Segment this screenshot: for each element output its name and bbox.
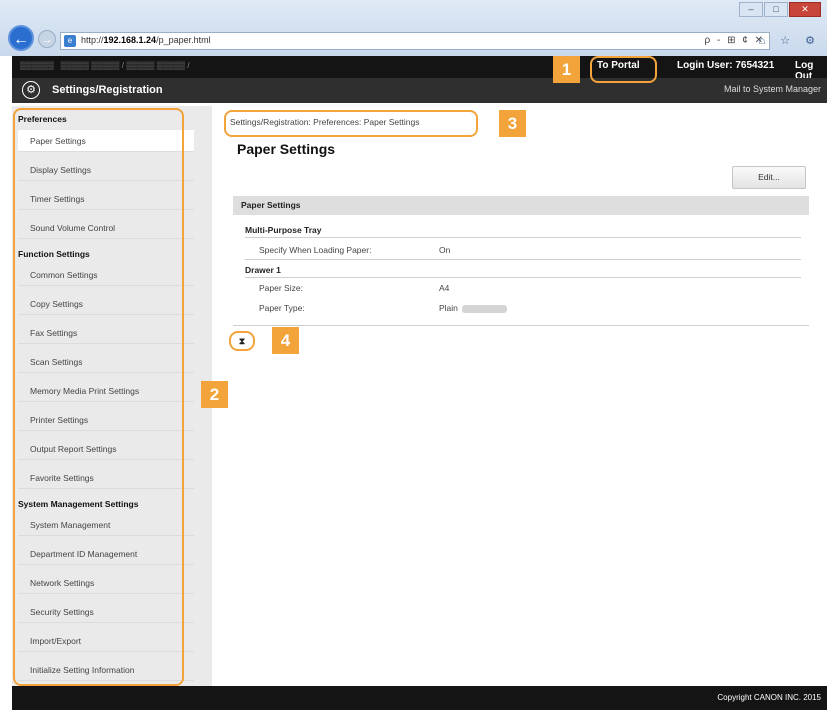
- mail-system-manager-link[interactable]: Mail to System Manager: [724, 84, 821, 94]
- callout-2: 2: [201, 381, 228, 408]
- address-bar[interactable]: e http://192.168.1.24/p_paper.html ρ - ⊞…: [60, 32, 770, 50]
- section-header: Paper Settings: [233, 196, 809, 215]
- callout-1: 1: [553, 56, 580, 83]
- back-to-top-icon[interactable]: ⧗: [229, 331, 255, 351]
- row-value: On: [439, 245, 451, 255]
- app-top-bar: ▒▒▒▒▒▒ ▒▒▒▒▒ ▒▒▒▒▒ / ▒▒▒▒▒ ▒▒▒▒▒ / To Po…: [12, 56, 827, 82]
- callout-3: 3: [499, 110, 526, 137]
- main-content: Settings/Registration: Preferences: Pape…: [215, 106, 827, 686]
- minimize-icon[interactable]: –: [739, 2, 763, 17]
- row-value: Plain: [439, 303, 507, 313]
- page-title: Paper Settings: [237, 141, 336, 157]
- row-label: Paper Size:: [259, 283, 303, 293]
- back-icon[interactable]: ←: [8, 25, 34, 51]
- callout-ring-to-portal: [590, 56, 657, 83]
- close-icon[interactable]: ✕: [789, 2, 821, 17]
- row-value: A4: [439, 283, 450, 293]
- copyright: Copyright CANON INC. 2015: [717, 693, 821, 702]
- forward-icon[interactable]: →: [38, 30, 56, 48]
- url-text: http://192.168.1.24/p_paper.html: [81, 35, 211, 45]
- home-star-gear-icon[interactable]: ⌂ ☆ ⚙: [759, 34, 821, 47]
- callout-4: 4: [272, 327, 299, 354]
- browser-toolbar: – □ ✕ ← → e http://192.168.1.24/p_paper.…: [0, 0, 827, 56]
- row-label: Specify When Loading Paper:: [259, 245, 372, 255]
- login-user: Login User: 7654321: [677, 60, 775, 71]
- group-drawer-1: Drawer 1: [245, 265, 281, 275]
- maximize-icon[interactable]: □: [764, 2, 788, 17]
- edit-button[interactable]: Edit...: [732, 166, 806, 189]
- divider: [245, 259, 801, 260]
- page-icon: e: [64, 35, 76, 47]
- window-controls: – □ ✕: [739, 2, 821, 17]
- address-tools-icon[interactable]: ρ - ⊞ ¢ ✕: [705, 35, 765, 46]
- divider: [233, 325, 809, 326]
- divider: [245, 277, 801, 278]
- app-title: Settings/Registration: [52, 84, 163, 96]
- group-multi-purpose-tray: Multi-Purpose Tray: [245, 225, 322, 235]
- row-label: Paper Type:: [259, 303, 305, 313]
- settings-gear-icon: ⚙: [22, 81, 40, 99]
- divider: [245, 237, 801, 238]
- device-model: ▒▒▒▒▒▒ ▒▒▒▒▒ ▒▒▒▒▒ / ▒▒▒▒▒ ▒▒▒▒▒ /: [20, 61, 190, 70]
- callout-ring-sidebar: [13, 108, 184, 686]
- callout-ring-breadcrumb: [224, 110, 478, 137]
- app-title-bar: ⚙ Settings/Registration Mail to System M…: [12, 78, 827, 103]
- footer: Copyright CANON INC. 2015: [12, 686, 827, 710]
